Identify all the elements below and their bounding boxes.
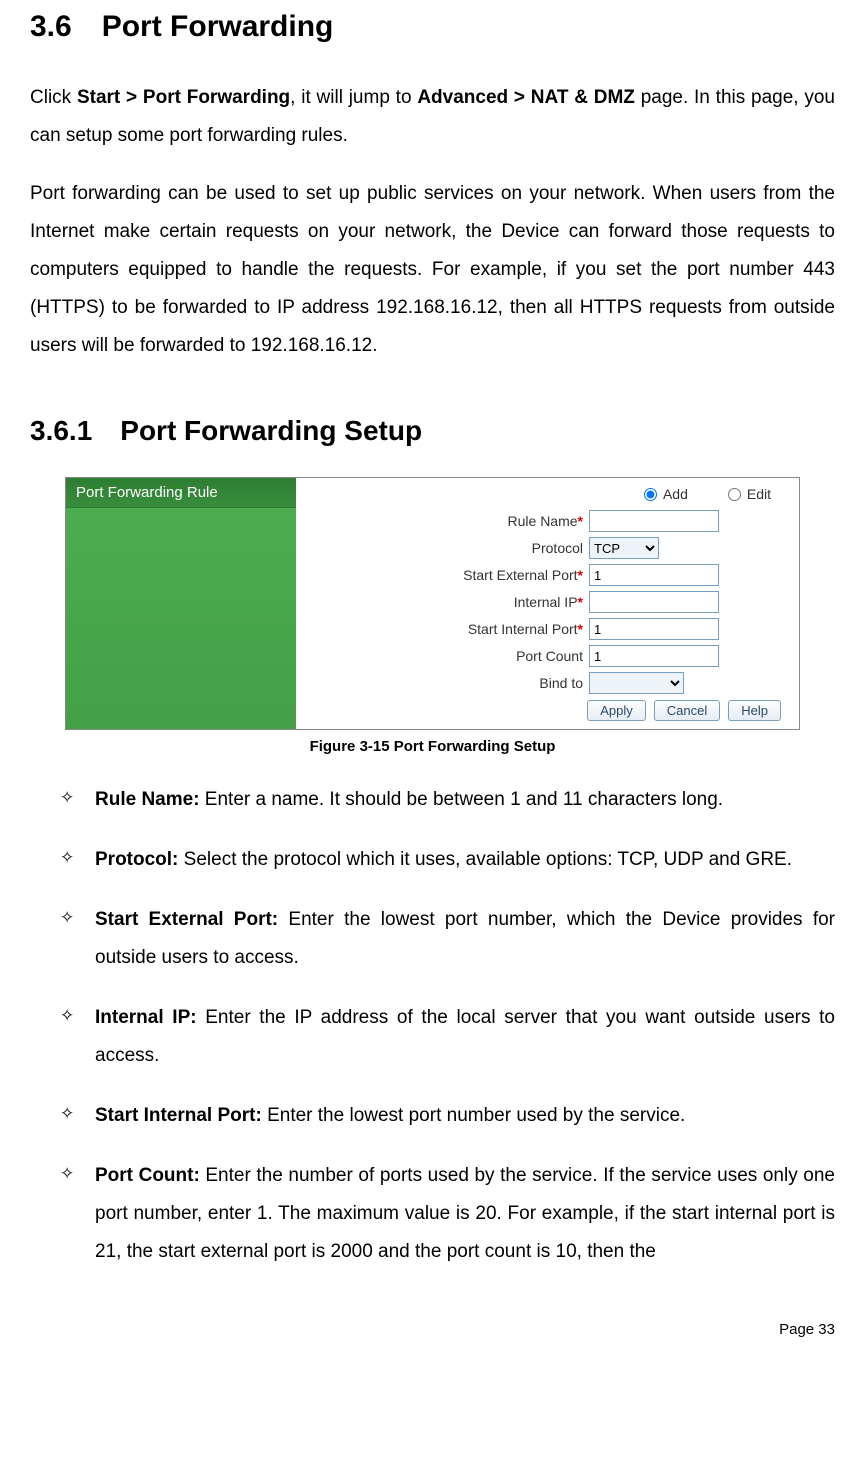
add-radio[interactable] (644, 488, 657, 501)
list-item-text: Enter a name. It should be between 1 and… (200, 789, 724, 810)
button-row: Apply Cancel Help (304, 700, 791, 721)
edit-radio-text: Edit (747, 486, 771, 502)
protocol-label: Protocol (304, 540, 589, 556)
list-item-label: Protocol: (95, 849, 178, 870)
intro-paragraph-2: Port forwarding can be used to set up pu… (30, 175, 835, 365)
bind-to-label: Bind to (304, 675, 589, 691)
text: Click (30, 87, 77, 108)
add-radio-label[interactable]: Add (644, 486, 688, 502)
edit-radio-label[interactable]: Edit (728, 486, 771, 502)
list-item-text: Select the protocol which it uses, avail… (178, 849, 792, 870)
list-item: Port Count: Enter the number of ports us… (60, 1157, 835, 1271)
figure-screenshot: Port Forwarding Rule Add Edit Rule Name*… (30, 477, 835, 730)
port-count-input[interactable] (589, 645, 719, 667)
list-item-text: Enter the number of ports used by the se… (95, 1165, 835, 1262)
protocol-select[interactable]: TCP (589, 537, 659, 559)
intro-paragraph-1: Click Start > Port Forwarding, it will j… (30, 79, 835, 155)
add-radio-text: Add (663, 486, 688, 502)
cancel-button[interactable]: Cancel (654, 700, 720, 721)
panel-title: Port Forwarding Rule (66, 478, 296, 508)
help-button[interactable]: Help (728, 700, 781, 721)
nav-path-2: Advanced > NAT & DMZ (417, 87, 635, 108)
rule-name-label: Rule Name* (304, 513, 589, 529)
list-item-label: Rule Name: (95, 789, 200, 810)
port-forwarding-panel: Port Forwarding Rule Add Edit Rule Name*… (65, 477, 800, 730)
list-item: Internal IP: Enter the IP address of the… (60, 999, 835, 1075)
subsection-heading: 3.6.1 Port Forwarding Setup (30, 415, 835, 447)
list-item-label: Start External Port: (95, 909, 278, 930)
start-internal-port-label: Start Internal Port* (304, 621, 589, 637)
page-number: Page 33 (30, 1321, 835, 1338)
list-item: Start Internal Port: Enter the lowest po… (60, 1097, 835, 1135)
mode-radio-group: Add Edit (304, 482, 791, 510)
bind-to-select[interactable] (589, 672, 684, 694)
section-heading: 3.6 Port Forwarding (30, 10, 835, 44)
apply-button[interactable]: Apply (587, 700, 646, 721)
rule-name-input[interactable] (589, 510, 719, 532)
edit-radio[interactable] (728, 488, 741, 501)
panel-sidebar: Port Forwarding Rule (66, 478, 296, 729)
list-item: Protocol: Select the protocol which it u… (60, 841, 835, 879)
panel-form: Add Edit Rule Name* Protocol TCP Start E… (296, 478, 799, 729)
start-internal-port-input[interactable] (589, 618, 719, 640)
list-item-text: Enter the lowest port number used by the… (262, 1105, 686, 1126)
field-description-list: Rule Name: Enter a name. It should be be… (30, 781, 835, 1271)
nav-path-1: Start > Port Forwarding (77, 87, 290, 108)
list-item-label: Port Count: (95, 1165, 200, 1186)
figure-caption: Figure 3-15 Port Forwarding Setup (30, 738, 835, 755)
list-item-text: Enter the IP address of the local server… (95, 1007, 835, 1066)
list-item-label: Start Internal Port: (95, 1105, 262, 1126)
internal-ip-input[interactable] (589, 591, 719, 613)
list-item: Start External Port: Enter the lowest po… (60, 901, 835, 977)
list-item: Rule Name: Enter a name. It should be be… (60, 781, 835, 819)
text: , it will jump to (290, 87, 417, 108)
list-item-label: Internal IP: (95, 1007, 197, 1028)
internal-ip-label: Internal IP* (304, 594, 589, 610)
start-external-port-input[interactable] (589, 564, 719, 586)
start-external-port-label: Start External Port* (304, 567, 589, 583)
port-count-label: Port Count (304, 648, 589, 664)
